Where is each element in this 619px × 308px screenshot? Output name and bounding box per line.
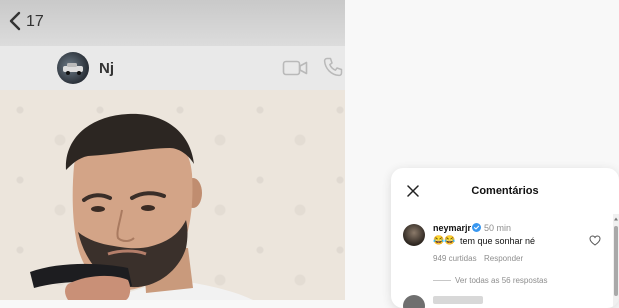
comment-text: tem que sonhar né <box>460 236 536 246</box>
video-frame: 17 Nj <box>0 0 345 300</box>
scroll-up-icon[interactable] <box>613 216 619 222</box>
phone-icon[interactable] <box>322 56 344 78</box>
comment-time: 50 min <box>484 223 512 233</box>
view-replies-link[interactable]: Ver todas as 56 respostas <box>455 276 548 285</box>
panel-title: Comentários <box>471 185 539 197</box>
next-comment-username[interactable] <box>433 296 483 304</box>
person-on-phone-photo <box>30 113 253 300</box>
reply-button[interactable]: Responder <box>484 254 523 263</box>
next-comment-avatar[interactable] <box>403 295 425 308</box>
comment-emojis: 😂😂 <box>433 235 456 245</box>
likes-count: 949 curtidas <box>433 254 477 263</box>
contact-avatar[interactable] <box>57 52 89 84</box>
scrollbar-thumb[interactable] <box>614 226 618 296</box>
comment-username[interactable]: neymarjr <box>433 223 471 233</box>
video-camera-icon[interactable] <box>282 58 308 78</box>
chevron-left-icon[interactable] <box>6 10 26 32</box>
verified-badge-icon <box>472 223 481 232</box>
phone-status-area <box>0 0 345 46</box>
unread-count[interactable]: 17 <box>26 13 44 31</box>
comments-panel: Comentários neymarjr 50 min 😂😂 tem que s… <box>391 168 619 308</box>
heart-icon[interactable] <box>589 235 601 246</box>
comment-avatar[interactable] <box>403 224 425 246</box>
contact-name[interactable]: Nj <box>99 60 114 77</box>
replies-divider <box>433 280 451 281</box>
